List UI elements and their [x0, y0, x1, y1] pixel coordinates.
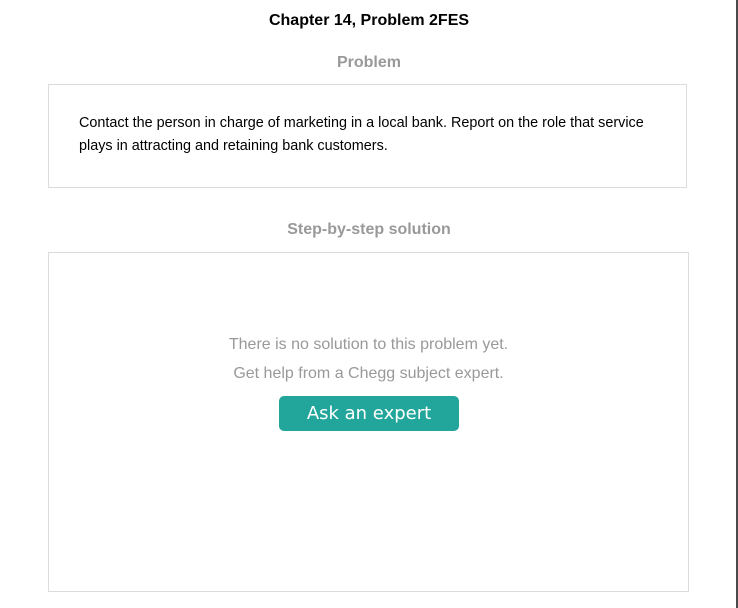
solution-box: There is no solution to this problem yet…	[48, 252, 689, 592]
no-solution-message: There is no solution to this problem yet…	[49, 330, 688, 388]
problem-text: Contact the person in charge of marketin…	[79, 115, 644, 154]
page-title: Chapter 14, Problem 2FES	[268, 12, 470, 29]
no-solution-line: There is no solution to this problem yet…	[228, 336, 509, 353]
solution-heading: Step-by-step solution	[287, 221, 451, 238]
ask-expert-button[interactable]: Ask an expert	[279, 396, 459, 431]
expert-help-line: Get help from a Chegg subject expert.	[233, 365, 504, 382]
problem-heading: Problem	[336, 54, 401, 71]
problem-box: Contact the person in charge of marketin…	[48, 84, 687, 188]
